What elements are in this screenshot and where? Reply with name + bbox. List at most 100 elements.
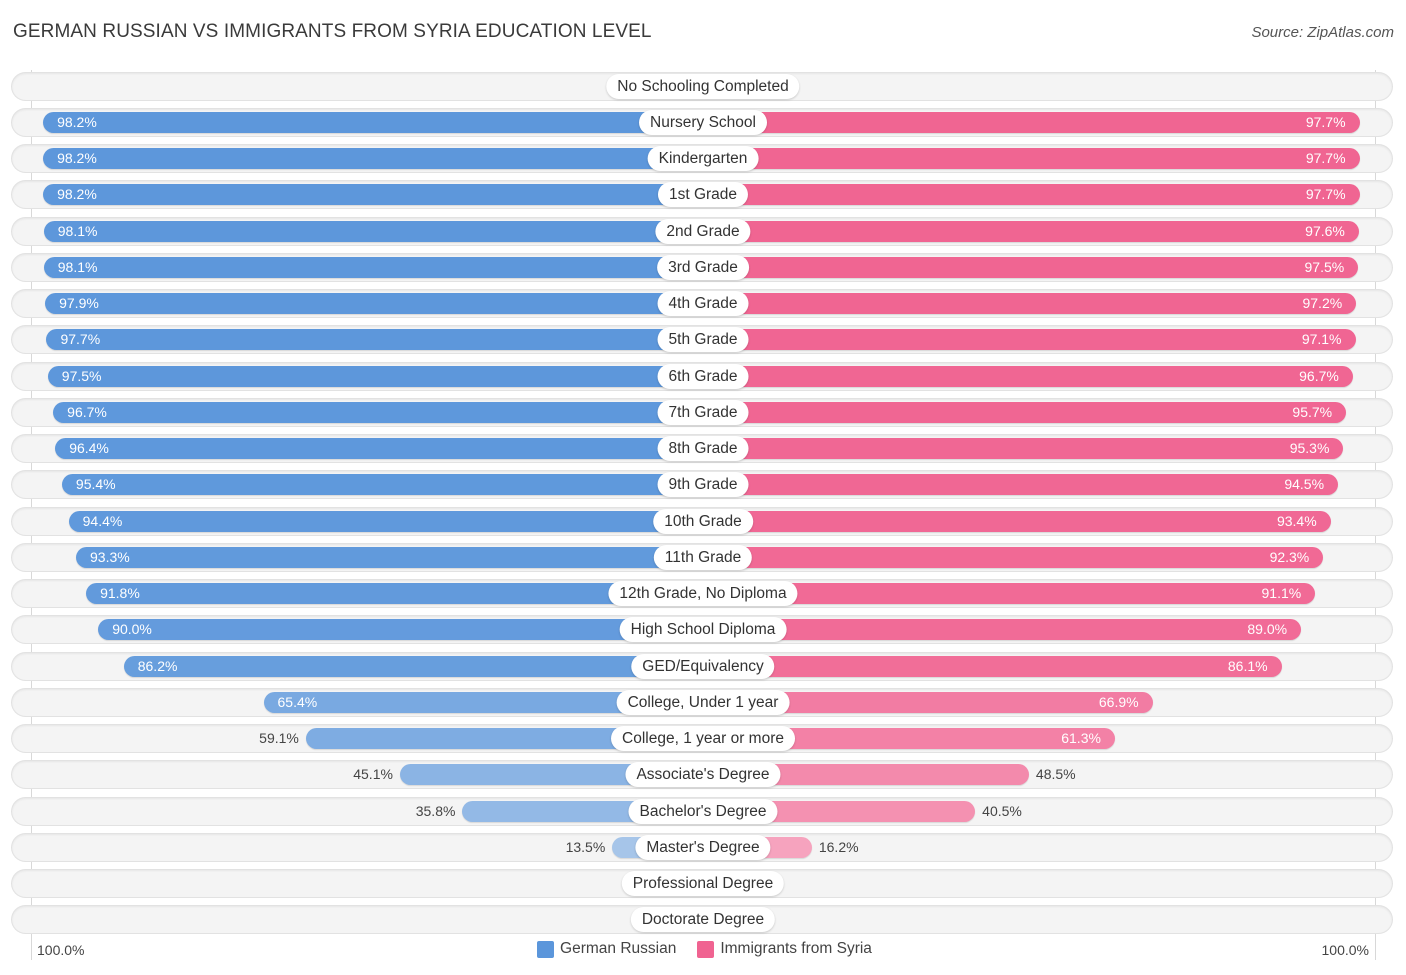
chart-title: GERMAN RUSSIAN VS IMMIGRANTS FROM SYRIA … [13, 21, 652, 42]
bar-german-russian[interactable] [46, 329, 715, 351]
value-label-immigrants-from-syria: 97.5% [1304, 258, 1345, 275]
category-label: College, 1 year or more [611, 726, 795, 752]
value-label-immigrants-from-syria: 97.6% [1305, 222, 1345, 239]
value-label-german-russian: 97.5% [61, 367, 102, 384]
value-label-immigrants-from-syria: 40.5% [982, 802, 1022, 819]
value-label-german-russian: 86.2% [137, 657, 178, 674]
value-label-immigrants-from-syria: 94.5% [1284, 476, 1325, 493]
value-label-german-russian: 96.7% [67, 403, 107, 420]
value-label-german-russian: 98.2% [57, 113, 97, 130]
category-label: No Schooling Completed [606, 73, 800, 99]
legend-item-german-russian[interactable]: German Russian [537, 940, 676, 958]
value-label-immigrants-from-syria: 95.7% [1292, 403, 1333, 420]
bar-immigrants-from-syria[interactable] [691, 293, 1357, 315]
value-label-immigrants-from-syria: 16.2% [818, 838, 859, 855]
bar-immigrants-from-syria[interactable] [691, 655, 1282, 677]
value-label-immigrants-from-syria: 97.7% [1305, 113, 1346, 130]
value-label-immigrants-from-syria: 95.3% [1289, 440, 1330, 457]
value-label-german-russian: 97.7% [60, 331, 101, 348]
category-label: College, Under 1 year [616, 689, 790, 715]
value-label-immigrants-from-syria: 91.1% [1261, 585, 1302, 602]
bar-german-russian[interactable] [43, 256, 715, 278]
bar-german-russian[interactable] [47, 365, 715, 387]
bar-immigrants-from-syria[interactable] [691, 401, 1347, 423]
value-label-german-russian: 98.2% [57, 186, 97, 203]
category-label: 7th Grade [657, 399, 749, 425]
value-label-immigrants-from-syria: 96.7% [1299, 367, 1339, 384]
value-label-german-russian: 91.8% [100, 585, 140, 602]
category-label: 8th Grade [657, 436, 749, 462]
category-label: High School Diploma [619, 617, 787, 643]
value-label-german-russian: 98.2% [57, 150, 97, 167]
value-label-german-russian: 35.8% [415, 802, 456, 819]
category-label: Kindergarten [647, 146, 759, 172]
category-label: Professional Degree [621, 871, 785, 897]
category-label: 1st Grade [657, 182, 749, 208]
value-label-german-russian: 94.4% [82, 512, 123, 529]
bar-immigrants-from-syria[interactable] [691, 256, 1359, 278]
category-label: Bachelor's Degree [628, 798, 778, 824]
value-label-immigrants-from-syria: 66.9% [1098, 693, 1139, 710]
value-label-immigrants-from-syria: 86.1% [1227, 657, 1268, 674]
bar-german-russian[interactable] [61, 474, 715, 496]
value-label-immigrants-from-syria: 97.7% [1305, 150, 1346, 167]
bar-immigrants-from-syria[interactable] [691, 365, 1353, 387]
legend: German Russian Immigrants from Syria [0, 940, 1406, 958]
category-label: 6th Grade [657, 363, 749, 389]
category-label: 2nd Grade [655, 218, 751, 244]
category-label: 3rd Grade [657, 254, 749, 280]
bar-german-russian[interactable] [43, 184, 715, 206]
bar-german-russian[interactable] [53, 401, 715, 423]
value-label-german-russian: 93.3% [90, 548, 130, 565]
value-label-immigrants-from-syria: 61.3% [1061, 730, 1101, 747]
legend-item-immigrants-from-syria[interactable]: Immigrants from Syria [697, 940, 872, 958]
value-label-german-russian: 95.4% [75, 476, 116, 493]
bar-german-russian[interactable] [43, 148, 715, 170]
bar-immigrants-from-syria[interactable] [691, 438, 1344, 460]
value-label-german-russian: 97.9% [59, 295, 99, 312]
category-label: Master's Degree [635, 834, 771, 860]
bar-german-russian[interactable] [123, 655, 715, 677]
value-label-immigrants-from-syria: 97.2% [1302, 295, 1343, 312]
bar-immigrants-from-syria[interactable] [691, 220, 1359, 242]
value-label-immigrants-from-syria: 89.0% [1247, 621, 1288, 638]
category-label: 11th Grade [653, 544, 753, 570]
category-label: Doctorate Degree [630, 907, 776, 933]
source-credit: Source: ZipAtlas.com [1251, 24, 1394, 41]
value-label-immigrants-from-syria: 97.7% [1305, 186, 1346, 203]
legend-label: German Russian [560, 940, 677, 957]
value-label-german-russian: 90.0% [112, 621, 152, 638]
category-label: 5th Grade [657, 327, 749, 353]
bar-immigrants-from-syria[interactable] [691, 329, 1356, 351]
bar-immigrants-from-syria[interactable] [691, 111, 1360, 133]
bar-german-russian[interactable] [43, 111, 715, 133]
category-label: 9th Grade [657, 472, 749, 498]
legend-swatch-immigrants-from-syria [697, 940, 715, 958]
bar-immigrants-from-syria[interactable] [691, 546, 1324, 568]
value-label-immigrants-from-syria: 92.3% [1269, 548, 1310, 565]
value-label-german-russian: 98.1% [57, 258, 98, 275]
value-label-german-russian: 98.1% [57, 222, 98, 239]
category-label: Associate's Degree [625, 762, 781, 788]
legend-swatch-german-russian [537, 940, 555, 958]
bar-german-russian[interactable] [45, 293, 715, 315]
bar-immigrants-from-syria[interactable] [691, 510, 1331, 532]
value-label-german-russian: 45.1% [353, 766, 393, 783]
category-label: 12th Grade, No Diploma [608, 581, 798, 607]
value-label-immigrants-from-syria: 97.1% [1301, 331, 1342, 348]
value-label-german-russian: 65.4% [277, 693, 318, 710]
bar-german-russian[interactable] [76, 546, 715, 568]
category-label: 4th Grade [657, 291, 749, 317]
category-label: Nursery School [639, 109, 767, 135]
bar-german-russian[interactable] [43, 220, 715, 242]
category-label: 10th Grade [653, 508, 753, 534]
value-label-german-russian: 96.4% [69, 440, 109, 457]
legend-label: Immigrants from Syria [720, 940, 872, 957]
bar-immigrants-from-syria[interactable] [691, 474, 1339, 496]
bar-immigrants-from-syria[interactable] [691, 148, 1360, 170]
bar-immigrants-from-syria[interactable] [691, 184, 1360, 206]
category-label: GED/Equivalency [631, 653, 775, 679]
bar-german-russian[interactable] [55, 438, 715, 460]
value-label-german-russian: 13.5% [565, 838, 606, 855]
bar-german-russian[interactable] [68, 510, 715, 532]
